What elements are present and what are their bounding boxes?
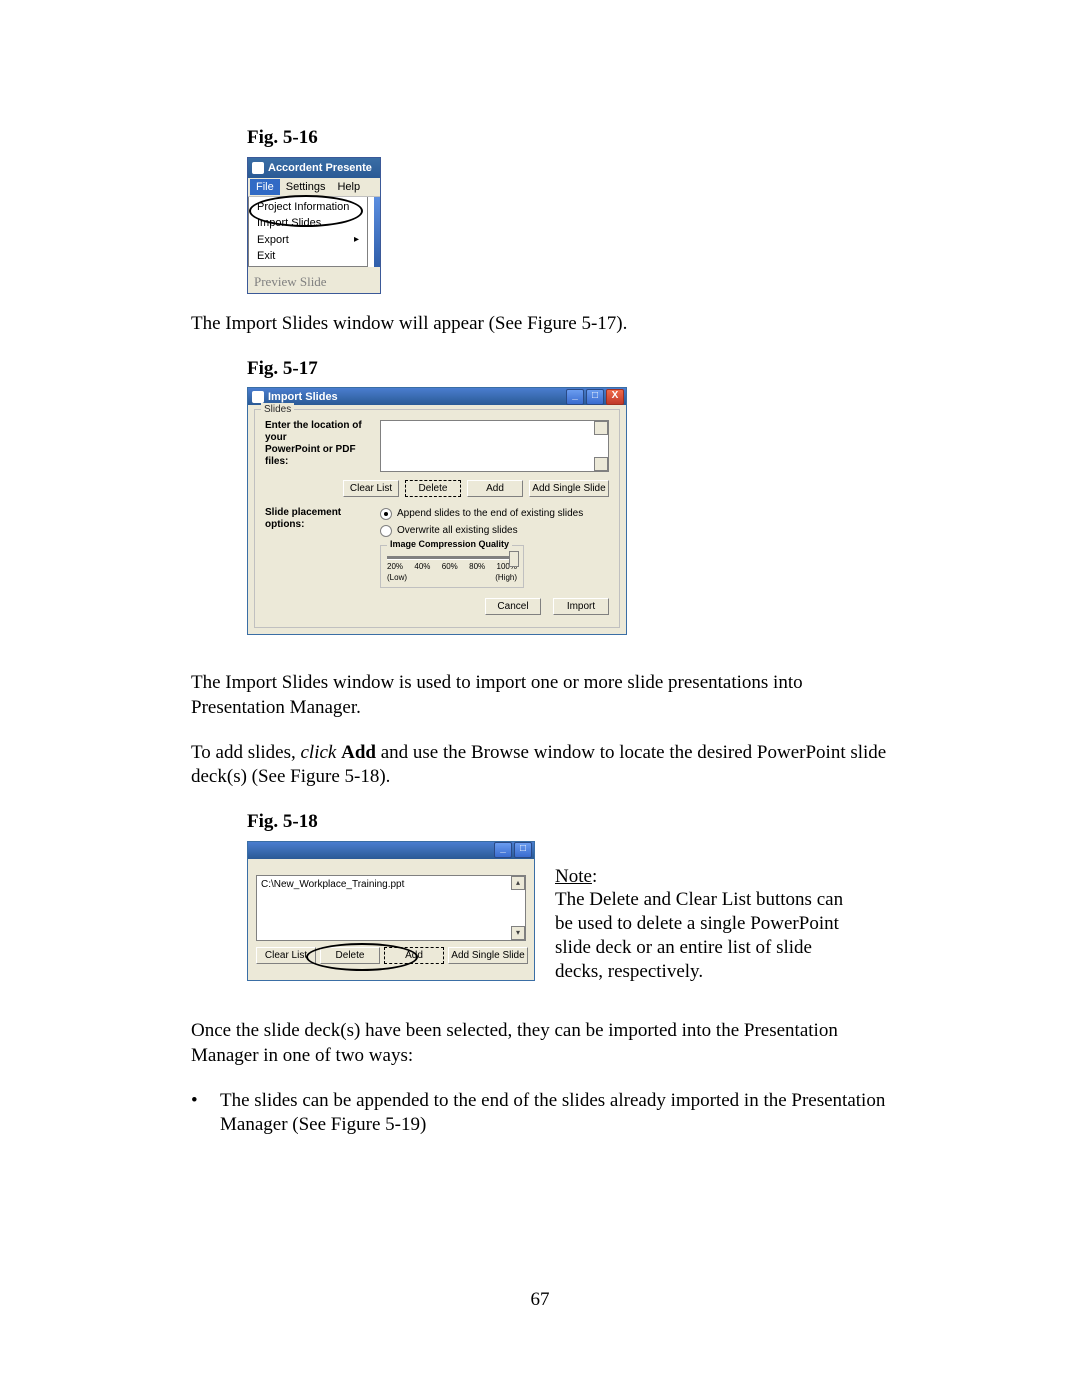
cancel-button[interactable]: Cancel bbox=[485, 598, 541, 615]
scroll-down-icon[interactable]: ▾ bbox=[511, 926, 525, 940]
menu-item-project-info[interactable]: Project Information bbox=[249, 199, 367, 215]
close-button[interactable]: X bbox=[606, 389, 624, 405]
fig16-container: Accordent Presente File Settings Help Pr… bbox=[247, 157, 381, 294]
fig18-titlebar: _ □ bbox=[248, 842, 534, 859]
radio-overwrite[interactable]: Overwrite all existing slides bbox=[380, 524, 609, 537]
add-single-slide-button[interactable]: Add Single Slide bbox=[448, 947, 528, 964]
clear-list-button[interactable]: Clear List bbox=[343, 480, 399, 497]
fig16-titlebar: Accordent Presente bbox=[248, 158, 380, 178]
file-path-entry: C:\New_Workplace_Training.ppt bbox=[261, 879, 404, 890]
import-button[interactable]: Import bbox=[553, 598, 609, 615]
delete-button[interactable]: Delete bbox=[405, 480, 461, 497]
file-listbox[interactable] bbox=[380, 420, 609, 472]
menu-item-export[interactable]: Export bbox=[249, 232, 367, 248]
radio-dot-icon bbox=[380, 508, 392, 520]
slides-legend: Slides bbox=[261, 403, 294, 416]
app-icon bbox=[252, 162, 264, 174]
scroll-down-icon[interactable] bbox=[594, 457, 608, 471]
page-number: 67 bbox=[0, 1288, 1080, 1313]
note-heading: Note bbox=[555, 866, 592, 887]
enter-location-label: Enter the location of your PowerPoint or… bbox=[265, 420, 380, 468]
menu-item-exit[interactable]: Exit bbox=[249, 248, 367, 264]
fig16-caption: Fig. 5-16 bbox=[247, 126, 889, 151]
minimize-button[interactable]: _ bbox=[566, 389, 584, 405]
fig18-caption: Fig. 5-18 bbox=[247, 810, 889, 835]
preview-strip bbox=[374, 197, 380, 267]
compression-legend: Image Compression Quality bbox=[387, 539, 512, 551]
fig16-title: Accordent Presente bbox=[268, 161, 372, 175]
fig17-caption: Fig. 5-17 bbox=[247, 357, 889, 382]
scroll-up-icon[interactable] bbox=[594, 421, 608, 435]
slider-thumb-icon[interactable] bbox=[509, 551, 519, 567]
bullet-icon: • bbox=[191, 1089, 220, 1138]
compression-slider[interactable] bbox=[387, 556, 517, 560]
menu-file[interactable]: File bbox=[250, 179, 280, 195]
placement-label: Slide placement options: bbox=[265, 507, 380, 615]
add-button[interactable]: Add bbox=[467, 480, 523, 497]
fig18-note: Note: The Delete and Clear List buttons … bbox=[555, 841, 855, 984]
fig17-titlebar: Import Slides _ □ X bbox=[248, 388, 626, 405]
clear-list-button[interactable]: Clear List bbox=[256, 947, 316, 964]
paragraph-2: The Import Slides window is used to impo… bbox=[191, 671, 889, 720]
delete-button[interactable]: Delete bbox=[320, 947, 380, 964]
paragraph-1: The Import Slides window will appear (Se… bbox=[191, 312, 889, 337]
scroll-up-icon[interactable]: ▴ bbox=[511, 876, 525, 890]
fig16-window: Accordent Presente File Settings Help Pr… bbox=[247, 157, 381, 294]
fig17-title: Import Slides bbox=[268, 390, 338, 404]
menu-help[interactable]: Help bbox=[331, 179, 366, 195]
compression-groupbox: Image Compression Quality 20% 40% 60% 80… bbox=[380, 545, 524, 588]
fig18-container: _ □ C:\New_Workplace_Training.ppt ▴ ▾ Cl… bbox=[247, 841, 535, 981]
radio-dot-icon bbox=[380, 525, 392, 537]
maximize-button[interactable]: □ bbox=[514, 842, 532, 858]
document-page: Fig. 5-16 Accordent Presente File Settin… bbox=[0, 0, 1080, 1397]
menu-item-import-slides[interactable]: Import Slides bbox=[249, 215, 367, 231]
bullet-item-1: • The slides can be appended to the end … bbox=[191, 1089, 889, 1138]
app-icon bbox=[252, 391, 264, 403]
radio-append[interactable]: Append slides to the end of existing sli… bbox=[380, 507, 609, 520]
bullet-text-1: The slides can be appended to the end of… bbox=[220, 1089, 889, 1138]
slides-groupbox: Slides Enter the location of your PowerP… bbox=[254, 409, 620, 628]
paragraph-4: Once the slide deck(s) have been selecte… bbox=[191, 1019, 889, 1068]
file-menu-dropdown: Project Information Import Slides Export… bbox=[248, 197, 368, 267]
minimize-button[interactable]: _ bbox=[494, 842, 512, 858]
fig16-menubar: File Settings Help bbox=[248, 178, 380, 197]
file-listbox[interactable]: C:\New_Workplace_Training.ppt ▴ ▾ bbox=[256, 875, 526, 941]
slider-tick-labels: 20% 40% 60% 80% 100% bbox=[387, 562, 517, 572]
fig17-container: Import Slides _ □ X Slides Enter the loc… bbox=[247, 387, 627, 635]
slider-end-labels: (Low) (High) bbox=[387, 573, 517, 583]
menu-settings[interactable]: Settings bbox=[280, 179, 332, 195]
add-single-slide-button[interactable]: Add Single Slide bbox=[529, 480, 609, 497]
fig17-window: Import Slides _ □ X Slides Enter the loc… bbox=[247, 387, 627, 635]
fig18-window: _ □ C:\New_Workplace_Training.ppt ▴ ▾ Cl… bbox=[247, 841, 535, 981]
note-body: The Delete and Clear List buttons can be… bbox=[555, 889, 843, 981]
paragraph-3: To add slides, click Add and use the Bro… bbox=[191, 741, 889, 790]
fig16-body-text: Preview Slide bbox=[248, 267, 380, 293]
maximize-button[interactable]: □ bbox=[586, 389, 604, 405]
add-button[interactable]: Add bbox=[384, 947, 444, 964]
